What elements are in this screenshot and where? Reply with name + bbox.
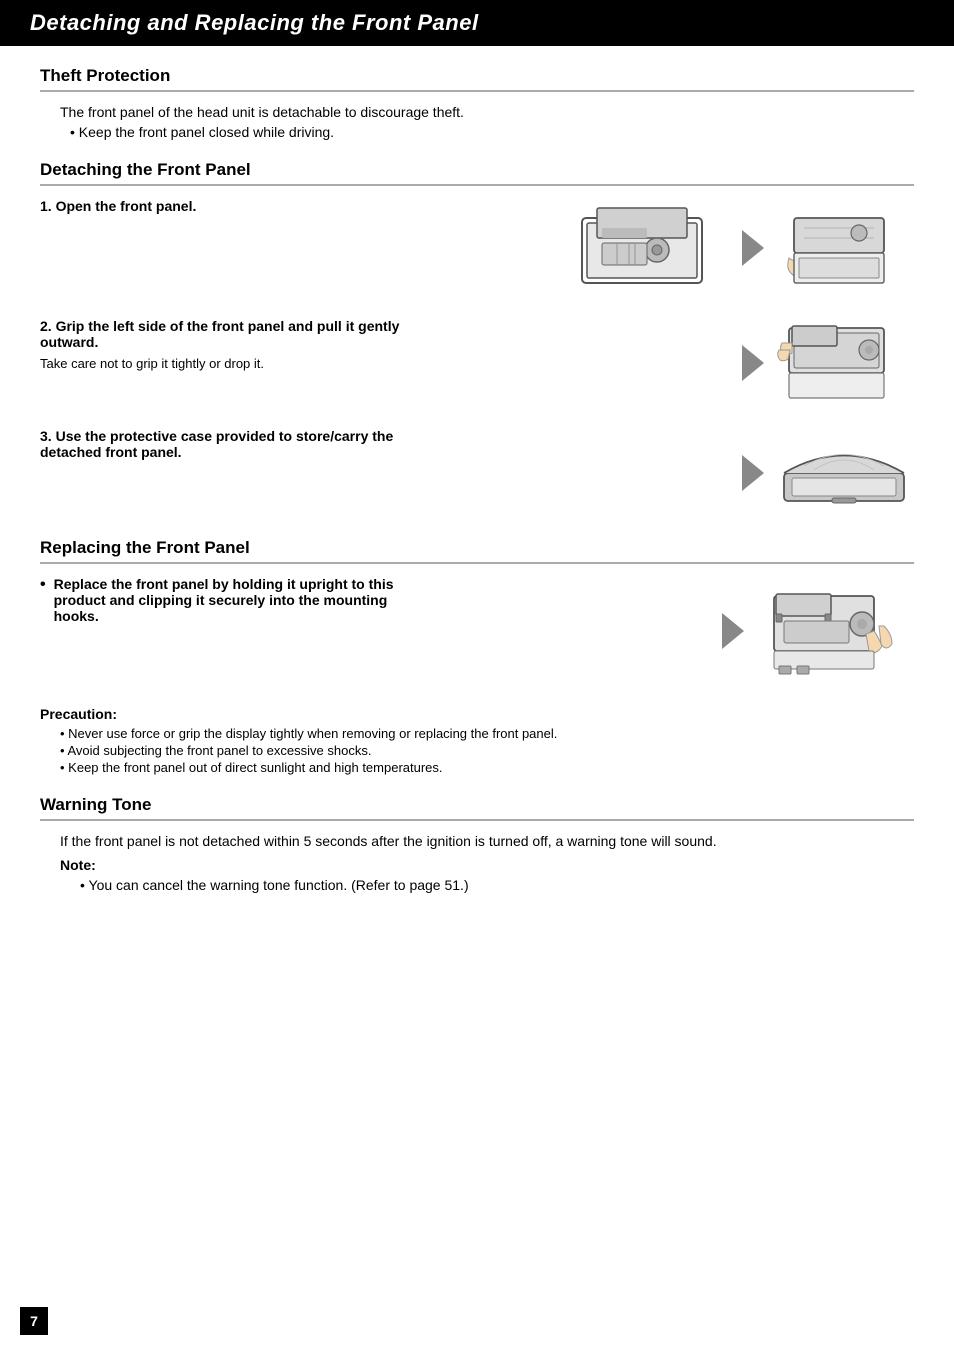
content-area: Theft Protection The front panel of the … — [0, 66, 954, 953]
page-number: 7 — [20, 1307, 48, 1335]
note-item: • You can cancel the warning tone functi… — [80, 877, 914, 893]
step-1-instruction: Open the front panel. — [56, 198, 197, 214]
warning-tone-heading: Warning Tone — [40, 795, 914, 821]
replacing-heading: Replacing the Front Panel — [40, 538, 914, 564]
theft-protection-heading: Theft Protection — [40, 66, 914, 92]
step-3-images — [420, 428, 914, 518]
step-2-panel-svg — [774, 318, 914, 408]
theft-protection-bullet: • Keep the front panel closed while driv… — [70, 124, 914, 140]
precaution-item-1: • Never use force or grip the display ti… — [60, 726, 914, 741]
step-1-panel-svg — [774, 203, 914, 293]
replace-bullet: • Replace the front panel by holding it … — [40, 576, 420, 624]
page-container: Detaching and Replacing the Front Panel … — [0, 0, 954, 1355]
bullet-symbol: • — [70, 124, 79, 140]
theft-protection-body: The front panel of the head unit is deta… — [60, 104, 914, 120]
step-1-text: 1. Open the front panel. — [40, 198, 420, 214]
step-1-arrow — [742, 230, 764, 266]
replace-row: • Replace the front panel by holding it … — [40, 576, 914, 686]
replace-arrow — [722, 613, 744, 649]
step-2-arrow — [742, 345, 764, 381]
detaching-heading: Detaching the Front Panel — [40, 160, 914, 186]
note-title: Note: — [60, 857, 914, 873]
step-3-row: 3. Use the protective case provided to s… — [40, 428, 914, 518]
precaution-item-2: • Avoid subjecting the front panel to ex… — [60, 743, 914, 758]
step-2-number: 2. — [40, 318, 52, 334]
note-block: Note: • You can cancel the warning tone … — [60, 857, 914, 893]
precaution-title: Precaution: — [40, 706, 914, 722]
step-1-device-svg — [572, 198, 732, 298]
step-1-row: 1. Open the front panel. — [40, 198, 914, 298]
step-2-images — [420, 318, 914, 408]
header-banner: Detaching and Replacing the Front Panel — [0, 0, 954, 46]
replacing-section: Replacing the Front Panel • Replace the … — [40, 538, 914, 686]
step-2-row: 2. Grip the left side of the front panel… — [40, 318, 914, 408]
step-3-arrow — [742, 455, 764, 491]
step-1-number: 1. — [40, 198, 52, 214]
page-title: Detaching and Replacing the Front Panel — [30, 10, 924, 36]
bullet-dot: • — [40, 576, 46, 594]
precaution-section: Precaution: • Never use force or grip th… — [40, 706, 914, 775]
replace-text: • Replace the front panel by holding it … — [40, 576, 420, 634]
warning-tone-section: Warning Tone If the front panel is not d… — [40, 795, 914, 893]
replace-svg — [754, 576, 914, 686]
step-3-number: 3. — [40, 428, 52, 444]
warning-tone-body: If the front panel is not detached withi… — [60, 833, 914, 849]
replace-instruction: Replace the front panel by holding it up… — [54, 576, 420, 624]
detaching-section: Detaching the Front Panel 1. Open the fr… — [40, 160, 914, 518]
step-2-text: 2. Grip the left side of the front panel… — [40, 318, 420, 371]
step-2-instruction: Grip the left side of the front panel an… — [40, 318, 399, 350]
precaution-item-3: • Keep the front panel out of direct sun… — [60, 760, 914, 775]
step-3-case-svg — [774, 428, 914, 518]
replace-images — [420, 576, 914, 686]
step-1-images — [420, 198, 914, 298]
step-2-note: Take care not to grip it tightly or drop… — [40, 356, 400, 371]
step-3-instruction: Use the protective case provided to stor… — [40, 428, 393, 460]
theft-protection-section: Theft Protection The front panel of the … — [40, 66, 914, 140]
step-3-text: 3. Use the protective case provided to s… — [40, 428, 420, 460]
